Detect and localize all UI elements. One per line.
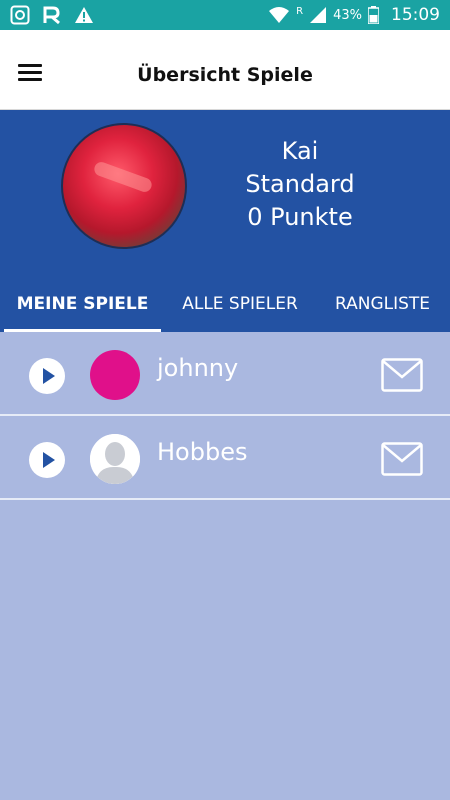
screen-mirror-icon [10,5,30,25]
play-icon[interactable] [29,358,65,394]
page-title: Übersicht Spiele [137,64,313,86]
play-icon[interactable] [29,442,65,478]
list-item[interactable]: Hobbes [0,416,450,500]
player-name: Hobbes [157,438,248,466]
avatar [90,350,140,400]
mail-icon[interactable] [381,358,423,392]
signal-icon [310,7,327,23]
app-bar: Übersicht Spiele [0,30,450,110]
profile-info: Kai Standard 0 Punkte [200,135,400,234]
wifi-icon [269,7,290,23]
tab-rangliste[interactable]: RANGLISTE [315,282,450,332]
avatar [90,434,140,484]
warning-icon [75,7,93,23]
tab-alle-spieler[interactable]: ALLE SPIELER [165,282,315,332]
profile-level: Standard [245,170,355,198]
mail-icon[interactable] [381,442,423,476]
battery-percent: 43% [333,7,362,23]
tab-bar: MEINE SPIELE ALLE SPIELER RANGLISTE [0,282,450,332]
battery-icon [368,6,379,24]
tab-meine-spiele[interactable]: MEINE SPIELE [0,282,165,332]
roaming-indicator: R [296,5,304,17]
profile-points: 0 Punkte [247,203,353,231]
app-logo-icon [43,6,60,25]
profile-avatar[interactable] [61,123,187,249]
games-list: johnny Hobbes [0,332,450,500]
player-name: johnny [157,354,239,382]
status-bar: R 43% 15:09 [0,0,450,30]
list-item[interactable]: johnny [0,332,450,416]
clock: 15:09 [391,5,440,25]
profile-name: Kai [281,137,319,165]
user-silhouette-icon [90,434,140,484]
